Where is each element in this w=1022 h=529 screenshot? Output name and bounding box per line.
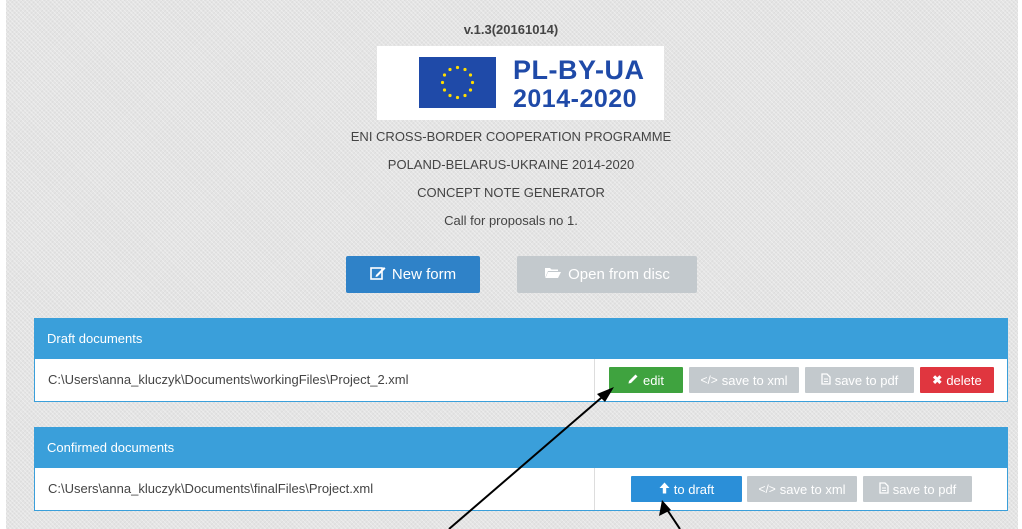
annotation-arrow-edit (448, 391, 609, 529)
annotation-arrows (448, 387, 681, 529)
